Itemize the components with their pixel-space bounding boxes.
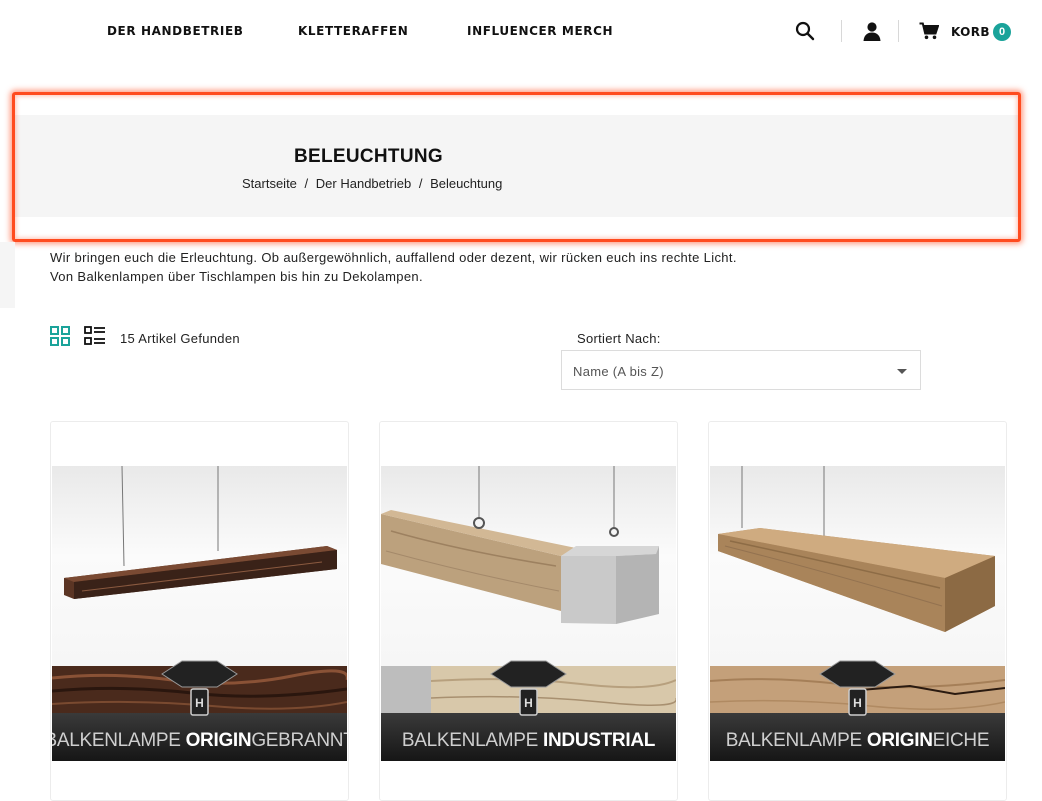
sort-select[interactable]: Name (A bis Z) — [561, 350, 921, 390]
grid-view-icon[interactable] — [50, 326, 70, 351]
svg-text:H: H — [853, 696, 862, 710]
nav-der-handbetrieb[interactable]: DER HANDBETRIEB — [107, 24, 244, 38]
breadcrumb: Startseite / Der Handbetrieb / Beleuchtu… — [242, 176, 502, 191]
header-divider — [898, 20, 899, 42]
breadcrumb-der-handbetrieb[interactable]: Der Handbetrieb — [316, 176, 411, 191]
breadcrumb-current: Beleuchtung — [430, 176, 503, 191]
banner-prefix: BALKENLAMPE — [726, 730, 867, 751]
cart-icon[interactable] — [919, 22, 940, 45]
svg-text:BALKENLAMPE ORIGINGEBRANNT: BALKENLAMPE ORIGINGEBRANNT — [52, 730, 347, 751]
breadcrumb-separator: / — [304, 176, 309, 191]
banner-bold: ORIGIN — [867, 730, 933, 751]
page-title: BELEUCHTUNG — [294, 146, 443, 167]
sort-label: Sortiert Nach: — [577, 331, 661, 346]
side-shade — [0, 242, 15, 308]
svg-text:H: H — [195, 696, 204, 710]
breadcrumb-separator: / — [418, 176, 423, 191]
banner-prefix: BALKENLAMPE — [402, 730, 543, 751]
sort-selected-value: Name (A bis Z) — [573, 364, 664, 379]
user-icon[interactable] — [862, 21, 882, 46]
product-image[interactable]: H BALKENLAMPE ORIGINGEBRANNT — [52, 466, 347, 761]
svg-text:BALKENLAMPE ORIGINEICHE: BALKENLAMPE ORIGINEICHE — [726, 730, 989, 751]
breadcrumb-startseite[interactable]: Startseite — [242, 176, 297, 191]
site-header: DER HANDBETRIEB KLETTERAFFEN INFLUENCER … — [0, 0, 1042, 64]
svg-text:H: H — [524, 696, 533, 710]
product-card[interactable]: H BALKENLAMPE ORIGINEICHE — [708, 421, 1007, 801]
header-divider — [841, 20, 842, 42]
banner-suffix: EICHE — [933, 730, 990, 751]
list-view-icon[interactable] — [84, 326, 106, 351]
banner-bold: ORIGIN — [186, 730, 252, 751]
product-card[interactable]: H BALKENLAMPE ORIGINGEBRANNT — [50, 421, 349, 801]
product-card[interactable]: H BALKENLAMPE INDUSTRIAL — [379, 421, 678, 801]
product-image[interactable]: H BALKENLAMPE INDUSTRIAL — [381, 466, 676, 761]
banner-suffix: GEBRANNT — [251, 730, 347, 751]
search-icon[interactable] — [795, 21, 815, 46]
result-count: 15 Artikel Gefunden — [120, 331, 240, 346]
category-description-line: Von Balkenlampen über Tischlampen bis hi… — [50, 269, 423, 284]
caret-down-icon — [897, 369, 907, 374]
svg-text:BALKENLAMPE INDUSTRIAL: BALKENLAMPE INDUSTRIAL — [402, 730, 656, 751]
banner-bold: INDUSTRIAL — [543, 730, 656, 751]
nav-influencer-merch[interactable]: INFLUENCER MERCH — [467, 24, 613, 38]
nav-kletteraffen[interactable]: KLETTERAFFEN — [298, 24, 408, 38]
cart-count-badge: 0 — [993, 23, 1011, 41]
cart-label[interactable]: KORB — [951, 25, 990, 39]
category-hero — [15, 115, 1020, 217]
banner-prefix: BALKENLAMPE — [52, 730, 186, 751]
category-description-line: Wir bringen euch die Erleuchtung. Ob auß… — [50, 250, 737, 265]
product-image[interactable]: H BALKENLAMPE ORIGINEICHE — [710, 466, 1005, 761]
